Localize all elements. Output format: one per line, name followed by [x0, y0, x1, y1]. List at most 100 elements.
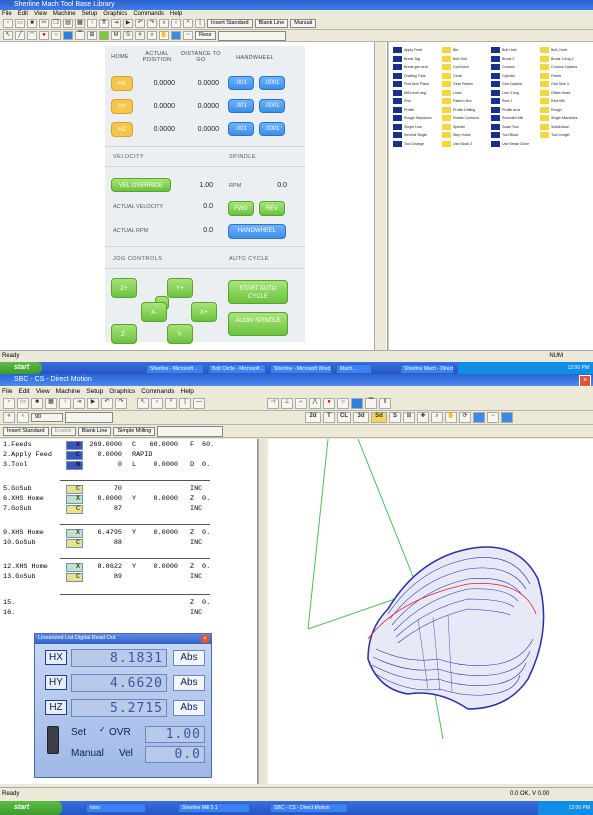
taskbar-item[interactable]: SBC - CS - Direct Motion	[270, 803, 348, 813]
taskbar-item[interactable]: Sherline Mill 5.1	[178, 803, 250, 813]
command-icon-item[interactable]: Cylinder	[491, 72, 540, 81]
grid-icon[interactable]: ⊞	[87, 31, 97, 40]
line-tool-icon[interactable]: ╱	[15, 31, 25, 40]
copy-icon[interactable]: ❐	[51, 19, 61, 28]
command-icon-item[interactable]: Contour	[491, 63, 540, 72]
arc-tool-icon[interactable]: ⋀	[309, 398, 321, 409]
simple-milling-button[interactable]: Simple Milling	[113, 426, 156, 436]
program-line-label[interactable]: 2.Apply Feed	[3, 451, 52, 459]
rev-button[interactable]: REV	[259, 201, 285, 216]
jog-z-plus-button[interactable]: Z+	[111, 278, 137, 298]
bar-icon[interactable]: ▔	[365, 398, 377, 409]
fwd-button[interactable]: FWD	[228, 201, 254, 216]
prev-icon[interactable]: «	[3, 412, 15, 423]
bold-view-button[interactable]: 2d	[305, 412, 321, 423]
arrow-icon[interactable]: ↑	[59, 398, 71, 409]
view-s-button[interactable]: S	[389, 412, 401, 423]
record-icon[interactable]: ●	[39, 31, 49, 40]
ab-icon[interactable]: ᴬ	[183, 19, 193, 28]
record-icon[interactable]: ●	[323, 398, 335, 409]
bar-icon[interactable]: ▔	[75, 31, 85, 40]
command-icon-item[interactable]: Grid Size 3	[540, 80, 589, 89]
new-icon[interactable]: ▫	[3, 398, 15, 409]
blue-btn2-icon[interactable]	[501, 412, 513, 423]
rotate-icon[interactable]: ⟳	[459, 412, 471, 423]
circle-icon[interactable]: ○	[51, 31, 61, 40]
dro-switch-icon[interactable]	[47, 726, 59, 754]
command-icon-item[interactable]: Spindle	[442, 123, 491, 132]
command-icon-item[interactable]: Profile Drilling	[442, 106, 491, 115]
grid-icon[interactable]: ⊞	[403, 412, 415, 423]
command-icon-item[interactable]: Break 2	[491, 55, 540, 64]
command-icon-item[interactable]: Offset Head	[540, 89, 589, 98]
command-icon-item[interactable]: Use Break Circle	[491, 140, 540, 149]
dro-hy-abs-button[interactable]: Abs	[173, 675, 205, 691]
command-icon-item[interactable]: Bolt Grid	[442, 55, 491, 64]
print-icon[interactable]: ▦	[75, 19, 85, 28]
search-icon[interactable]: ⌕	[431, 412, 443, 423]
menu-view[interactable]: View	[36, 387, 50, 396]
dro-hz-abs-button[interactable]: Abs	[173, 700, 205, 716]
taskbar-item[interactable]: Mach...	[336, 364, 372, 374]
command-icon-item[interactable]: Drafting Tube	[393, 72, 442, 81]
command-icon-item[interactable]: Feeds	[540, 72, 589, 81]
menu-machine[interactable]: Machine	[56, 387, 81, 396]
plus-icon[interactable]: ✚	[417, 412, 429, 423]
command-icon-item[interactable]: Break Tag	[393, 55, 442, 64]
jog-x-minus-button[interactable]: X-	[141, 302, 167, 322]
command-icon-item[interactable]: Grid Options	[491, 80, 540, 89]
tool-dropdown[interactable]	[217, 30, 286, 41]
close-icon[interactable]: ×	[579, 375, 591, 387]
command-icon-item[interactable]: Cpnt Arch	[442, 63, 491, 72]
hand-icon[interactable]: ✋	[159, 31, 169, 40]
program-line-label[interactable]: 9.XHS Home	[3, 529, 44, 537]
command-icon-item[interactable]: Scale Tool	[491, 123, 540, 132]
command-icon-item[interactable]: Rect Mill	[540, 97, 589, 106]
z-handwheel-0001-button[interactable]: .0001	[259, 122, 285, 136]
command-icon-item[interactable]: Lines	[442, 89, 491, 98]
command-icon-item[interactable]: Single Line	[393, 123, 442, 132]
program-line-label[interactable]: 3.Tool	[3, 461, 27, 469]
step-icon[interactable]: ⇥	[73, 398, 85, 409]
program-line-label[interactable]: 12.XHS Home	[3, 563, 48, 571]
blank-line-button[interactable]: Blank Line	[77, 426, 112, 436]
menu-edit[interactable]: Edit	[18, 387, 29, 396]
command-icon-item[interactable]: Rect 2	[491, 97, 540, 106]
circle-icon[interactable]: ○	[337, 398, 349, 409]
command-icon-item[interactable]: Break gen arch	[393, 63, 442, 72]
square-icon[interactable]	[63, 31, 73, 40]
hand-icon[interactable]: ✋	[445, 412, 457, 423]
menu-edit[interactable]: Edit	[18, 10, 28, 18]
command-icon-item[interactable]: Bolt Hole	[491, 46, 540, 55]
command-icon-item[interactable]: Several Single	[393, 131, 442, 140]
menu-file[interactable]: File	[2, 387, 12, 396]
tool-number-field[interactable]: 90	[31, 413, 63, 422]
s-icon[interactable]: S	[123, 31, 133, 40]
undo-icon[interactable]: ↶	[135, 19, 145, 28]
open-icon[interactable]: ▭	[17, 398, 29, 409]
command-icon-item[interactable]: Circle	[442, 72, 491, 81]
view-sd-button[interactable]: Sd	[371, 412, 387, 423]
hash-icon[interactable]: #	[135, 31, 145, 40]
command-icon-item[interactable]: Step Holes	[442, 131, 491, 140]
run-icon[interactable]: ▶	[87, 398, 99, 409]
command-icon-item[interactable]: Rough Stepdown	[393, 114, 442, 123]
square-icon[interactable]	[351, 398, 363, 409]
menu-view[interactable]: View	[34, 10, 47, 18]
close-icon[interactable]: ×	[201, 635, 209, 643]
command-icon-item[interactable]: Bolt Circle	[540, 46, 589, 55]
cut-icon[interactable]: ✂	[39, 19, 49, 28]
command-icon-item[interactable]: Single Machines	[540, 114, 589, 123]
letters-icon[interactable]: M	[111, 31, 121, 40]
taskbar-item[interactable]: Sherline - Microsoft...	[146, 364, 204, 374]
line-icon[interactable]: |	[195, 19, 205, 28]
pointer-icon[interactable]: ↖	[3, 31, 13, 40]
view-cl-button[interactable]: CL	[337, 412, 351, 423]
program-line-label[interactable]: 7.GoSub	[3, 505, 32, 513]
command-icon-item[interactable]: Contour Options	[540, 63, 589, 72]
jog-y-plus-button[interactable]: Y+	[167, 278, 193, 298]
undo-icon[interactable]: ↶	[101, 398, 113, 409]
set-label[interactable]: Set	[71, 727, 86, 738]
open-icon[interactable]: ▭	[15, 19, 25, 28]
taskbar-item[interactable]: Sherline - Microsoft Word...	[270, 364, 332, 374]
